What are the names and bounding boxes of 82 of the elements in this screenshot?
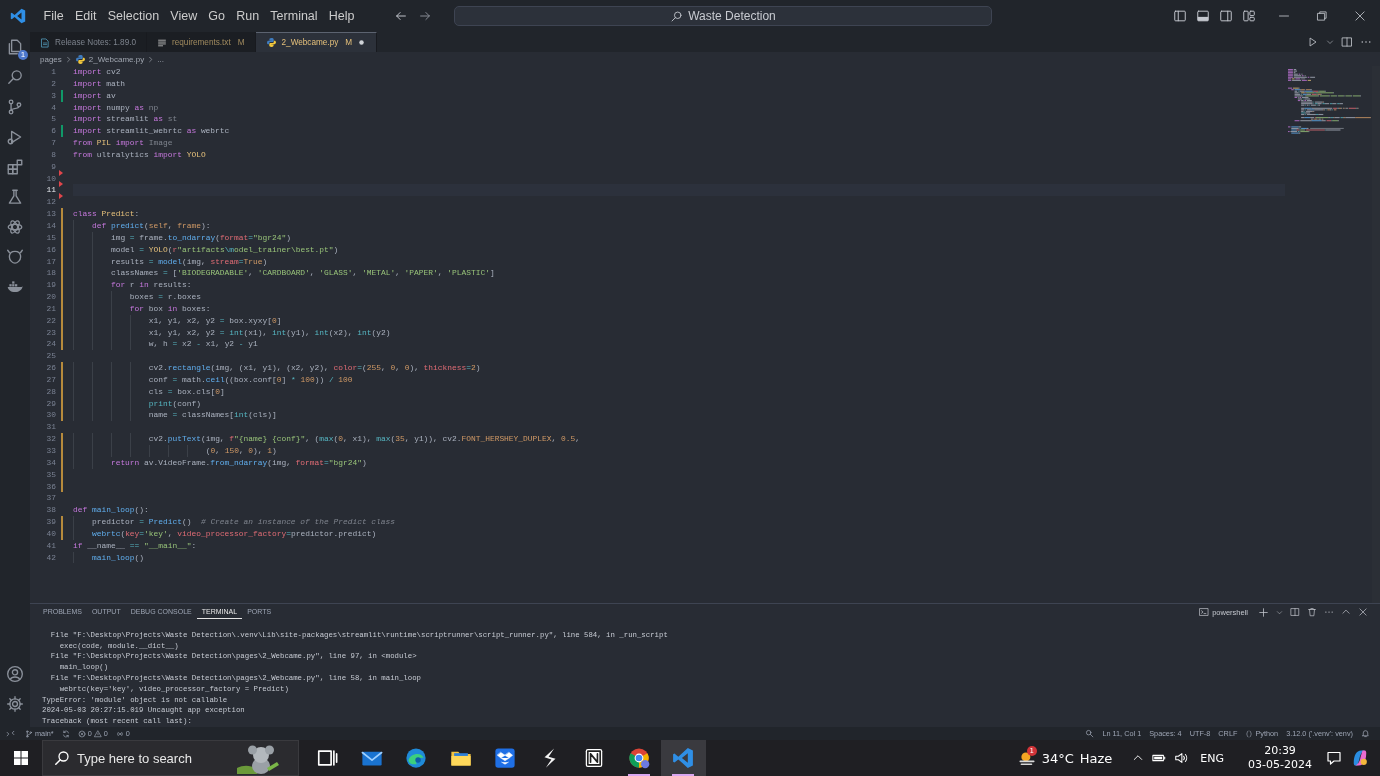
settings-icon[interactable]: [6, 695, 24, 713]
zoom-icon[interactable]: [1085, 729, 1095, 738]
layout-icon[interactable]: [1242, 9, 1256, 23]
notification-icon[interactable]: [1326, 750, 1342, 766]
search-icon: [670, 9, 684, 23]
task-view-icon: [316, 747, 339, 769]
panel-toggle-icon[interactable]: [1196, 9, 1210, 23]
deleted-line-marker: [59, 169, 63, 176]
terminal-icon: [1199, 607, 1210, 618]
search-field[interactable]: Type here to search: [42, 740, 299, 776]
menu-item[interactable]: Terminal: [264, 7, 324, 25]
menu-item[interactable]: Selection: [102, 7, 165, 25]
deleted-line-marker: [59, 181, 63, 188]
minimap-drawing[interactable]: [1285, 66, 1371, 137]
braces-icon: [1245, 729, 1254, 738]
menu-item[interactable]: View: [164, 7, 203, 25]
atom-icon[interactable]: [6, 218, 24, 236]
back-arrow-icon[interactable]: [394, 9, 408, 23]
vscode-logo-icon: [10, 8, 26, 24]
clock[interactable]: 20:39 03-05-2024: [1248, 744, 1312, 772]
vscode-logo-icon: [672, 747, 695, 769]
speaker-icon[interactable]: [1174, 751, 1189, 765]
unsaved-dot-icon: [357, 38, 367, 47]
sync-icon[interactable]: [61, 729, 70, 738]
restore-icon[interactable]: [1316, 10, 1328, 22]
close-icon[interactable]: [1358, 607, 1368, 618]
menu-item[interactable]: File: [38, 7, 70, 25]
breadcrumb-item[interactable]: 2_Webcame.py: [74, 53, 145, 65]
taskbar-app[interactable]: [661, 740, 706, 776]
temperature: 34°C: [1041, 750, 1074, 766]
split-terminal-icon[interactable]: [1290, 607, 1300, 618]
menu-item[interactable]: Run: [230, 7, 265, 25]
menu-item[interactable]: Go: [202, 7, 231, 25]
branch-icon: [25, 729, 33, 738]
bell-icon[interactable]: [1361, 729, 1370, 738]
run-debug-icon[interactable]: [6, 128, 24, 146]
explorer-icon[interactable]: [6, 38, 24, 56]
editor-tab[interactable]: Release Notes: 1.89.0: [30, 32, 147, 52]
broadcast-icon: [115, 729, 124, 738]
menu-item[interactable]: Edit: [69, 7, 103, 25]
language-indicator[interactable]: ENG: [1200, 751, 1225, 765]
text-file-icon: [157, 37, 167, 48]
box-icon: [494, 747, 517, 769]
forward-arrow-icon[interactable]: [418, 9, 432, 23]
chevron-right-icon: [147, 55, 155, 63]
command-center[interactable]: Waste Detection: [454, 6, 992, 26]
document-icon: [40, 37, 50, 48]
weather-icon: [1017, 749, 1036, 767]
git-status: M: [237, 38, 245, 47]
weather-condition: Haze: [1079, 750, 1113, 766]
sidebar-toggle-icon[interactable]: [1173, 9, 1187, 23]
deleted-line-marker: [59, 193, 63, 200]
breadcrumb-item[interactable]: pages: [40, 54, 62, 64]
account-icon[interactable]: [6, 665, 24, 683]
flask-icon[interactable]: [6, 188, 24, 206]
editor-tab[interactable]: requirements.txt M: [147, 32, 256, 52]
error-icon: [77, 729, 86, 738]
close-icon[interactable]: [1354, 10, 1366, 22]
warning-icon: [93, 729, 102, 738]
run-icon[interactable]: [1307, 36, 1319, 48]
breadcrumb-item[interactable]: ...: [157, 54, 164, 64]
git-status: M: [345, 38, 353, 47]
search-icon[interactable]: [6, 68, 24, 86]
remote-icon[interactable]: [6, 729, 15, 738]
chevron-right-icon: [64, 55, 72, 63]
plus-icon[interactable]: [1258, 606, 1269, 618]
secondary-sidebar-icon[interactable]: [1219, 9, 1233, 23]
editor-tab[interactable]: 2_Webcame.py M: [255, 32, 378, 52]
search-icon: [54, 750, 70, 766]
extensions-icon[interactable]: [6, 158, 24, 176]
source-control-icon[interactable]: [6, 98, 24, 116]
time: 20:39: [1264, 744, 1296, 758]
date: 03-05-2024: [1248, 758, 1312, 772]
python-icon: [265, 37, 277, 48]
python-icon: [74, 53, 86, 65]
browser-swirl-icon: [405, 747, 428, 769]
trash-icon[interactable]: [1307, 607, 1317, 618]
chrome-icon: [627, 747, 650, 769]
count-badge: 1: [18, 50, 28, 60]
menu-item[interactable]: Help: [323, 7, 361, 25]
split-editor-icon[interactable]: [1341, 36, 1353, 48]
windows-logo-icon[interactable]: [13, 750, 29, 766]
